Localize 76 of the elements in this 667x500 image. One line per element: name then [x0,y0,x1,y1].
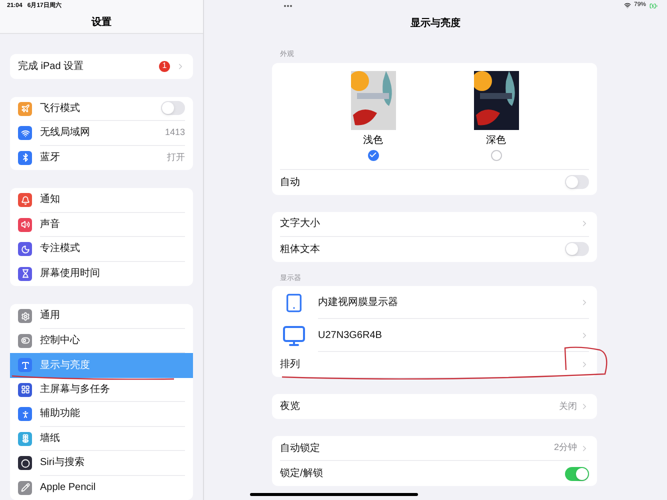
item-label: 辅助功能 [40,406,81,422]
item-label: 主屏幕与多任务 [40,382,111,397]
chevron-icon [580,330,589,340]
row-label: U27N3G6R4B [318,328,383,342]
item-label: 无线局域网 [40,126,91,140]
row-label: 粗体文本 [280,242,321,256]
radio-empty-icon[interactable] [490,150,502,160]
item-value: 打开 [167,151,185,164]
sidebar-item[interactable]: 墙纸 [10,426,193,451]
settings-row[interactable]: 自动 [272,170,597,194]
page-title: 显示与亮度 [410,16,460,31]
settings-row[interactable]: 内建视网膜显示器 [272,286,597,319]
wifi-icon [624,2,631,9]
row-label: 锁定/解锁 [280,466,324,481]
item-label: 声音 [40,218,61,232]
toggle-switch[interactable] [161,101,185,116]
appearance-label: 浅色 [363,134,383,148]
settings-row[interactable]: 夜览 关闭 [272,394,597,419]
sidebar-item[interactable]: 通用 [10,304,193,328]
item-label: 完成 iPad 设置 [18,60,85,74]
sidebar-item[interactable]: 主屏幕与多任务 [10,378,193,402]
item-label: 专注模式 [40,242,81,256]
sidebar-item[interactable]: 专注模式 [10,237,193,262]
chevron-icon [580,298,589,306]
sidebar-item[interactable]: 完成 iPad 设置 1 [10,54,193,78]
item-label: 蓝牙 [40,150,61,166]
settings-row[interactable]: U27N3G6R4B [272,319,597,352]
item-label: 屏幕使用时间 [40,266,101,282]
chevron-icon [176,62,185,71]
wallpaper-preview-drawing[interactable] [474,70,518,130]
battery-icon [648,2,659,10]
sidebar-item[interactable]: Apple Pencil [10,476,193,500]
item-label: Siri与搜索 [40,456,86,470]
sidebar-item[interactable]: 屏幕使用时间 [10,262,193,286]
sidebar-item[interactable]: 飞行模式 [10,96,193,121]
row-label: 自动 [280,176,301,190]
chevron-icon [580,219,589,228]
settings-row[interactable]: 锁定/解锁 [272,461,597,486]
row-label: 文字大小 [280,216,321,231]
monitor-icon [281,324,307,348]
chevron-icon [580,402,589,411]
sidebar-item[interactable]: 声音 [10,212,193,237]
sidebar-item[interactable]: 辅助功能 [10,402,193,426]
sidebar-item[interactable]: 蓝牙 打开 [10,146,193,170]
toggle-switch[interactable] [565,242,589,256]
item-label: 显示与亮度 [40,358,91,373]
row-value: 2分钟 [554,441,577,454]
tablet-icon [284,292,304,314]
sidebar-item[interactable]: Siri与搜索 [10,451,193,476]
chevron-icon [580,444,589,452]
toggle-switch[interactable] [565,466,589,480]
sidebar-title: 设置 [92,16,112,30]
item-value: 1413 [164,126,185,139]
row-label: 内建视网膜显示器 [318,296,399,310]
item-label: 控制中心 [40,334,81,348]
settings-row[interactable]: 排列 [272,352,597,377]
wallpaper-preview-drawing[interactable] [350,70,396,130]
row-value: 关闭 [559,400,577,413]
item-label: Apple Pencil [40,481,97,496]
sidebar-item[interactable]: 通知 [10,188,193,212]
chevron-icon [580,360,589,369]
radio-checked-icon[interactable] [368,150,378,160]
item-label: 墙纸 [40,432,61,446]
settings-row[interactable]: 粗体文本 [272,236,597,262]
notification-badge: 1 [159,60,170,72]
row-label: 自动锁定 [280,442,321,456]
item-label: 飞行模式 [40,102,81,116]
sidebar-item[interactable]: 无线局域网 1413 [10,121,193,146]
row-label: 夜览 [280,400,301,414]
appearance-label: 深色 [486,134,506,148]
toggle-switch[interactable] [565,175,589,189]
settings-row[interactable]: 自动锁定 2分钟 [272,436,597,461]
row-label: 排列 [280,358,301,372]
settings-row[interactable]: 文字大小 [272,212,597,236]
item-label: 通知 [40,192,61,208]
item-label: 通用 [40,308,61,324]
